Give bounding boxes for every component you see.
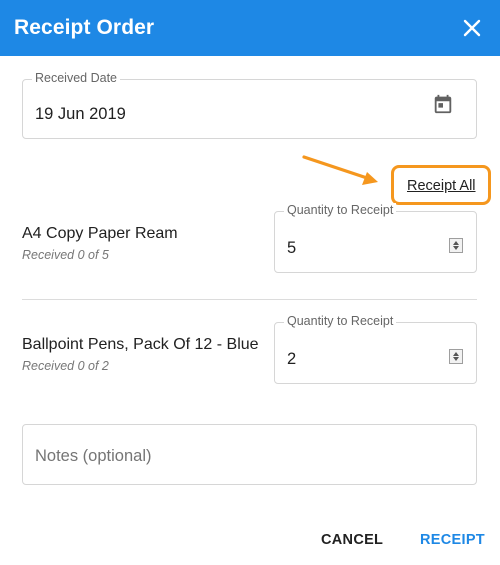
annotation-arrow-icon (302, 155, 378, 185)
close-icon (463, 19, 481, 37)
quantity-value[interactable]: 5 (287, 239, 296, 258)
item-name: Ballpoint Pens, Pack Of 12 - Blue (22, 336, 259, 353)
quantity-label: Quantity to Receipt (284, 203, 397, 217)
stepper-down-icon[interactable] (453, 246, 459, 251)
quantity-stepper[interactable] (449, 238, 463, 253)
item-received-status: Received 0 of 2 (22, 359, 109, 373)
quantity-to-receipt-field[interactable]: Quantity to Receipt 2 (274, 314, 477, 384)
received-date-field[interactable]: Received Date 19 Jun 2019 (22, 71, 477, 139)
receipt-all-link[interactable]: Receipt All (407, 178, 476, 194)
notes-placeholder: Notes (optional) (35, 447, 152, 465)
calendar-icon (434, 94, 452, 114)
item-received-status: Received 0 of 5 (22, 248, 109, 262)
stepper-down-icon[interactable] (453, 357, 459, 362)
receipt-button[interactable]: RECEIPT (420, 532, 485, 548)
item-name: A4 Copy Paper Ream (22, 225, 178, 242)
close-button[interactable] (458, 14, 486, 42)
cancel-button[interactable]: CANCEL (321, 532, 383, 548)
stepper-up-icon[interactable] (453, 351, 459, 356)
calendar-button[interactable] (432, 93, 454, 120)
item-divider (22, 299, 477, 300)
received-date-label: Received Date (32, 71, 120, 85)
quantity-to-receipt-field[interactable]: Quantity to Receipt 5 (274, 203, 477, 273)
quantity-value[interactable]: 2 (287, 350, 296, 369)
quantity-label: Quantity to Receipt (284, 314, 397, 328)
stepper-up-icon[interactable] (453, 240, 459, 245)
notes-field[interactable]: Notes (optional) (22, 424, 477, 485)
dialog-title: Receipt Order (14, 16, 155, 39)
quantity-stepper[interactable] (449, 349, 463, 364)
dialog-header: Receipt Order (0, 0, 500, 56)
received-date-value[interactable]: 19 Jun 2019 (35, 105, 126, 124)
